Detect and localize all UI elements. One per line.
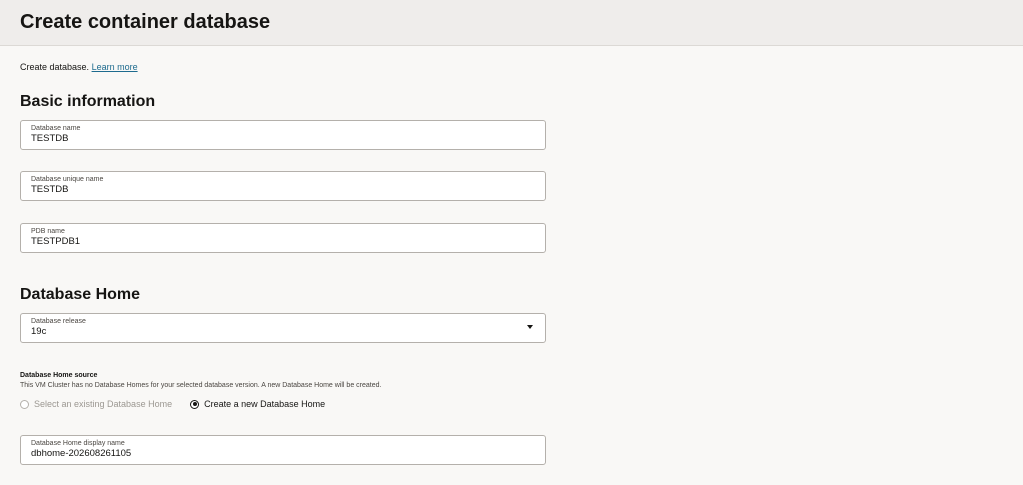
database-home-source-radio-group: Select an existing Database Home Create … xyxy=(20,398,343,410)
page-header: Create container database xyxy=(0,0,1023,46)
database-unique-name-label: Database unique name xyxy=(31,176,104,183)
radio-unchecked-icon xyxy=(20,399,29,409)
page-title: Create container database xyxy=(20,11,271,33)
database-release-label: Database release xyxy=(31,318,86,325)
database-home-source-label: Database Home source xyxy=(20,372,98,379)
pdb-name-label: PDB name xyxy=(31,228,65,235)
intro-text: Create database. Learn more xyxy=(20,61,138,73)
database-home-display-name-value[interactable]: dbhome-202608261105 xyxy=(31,448,535,460)
database-unique-name-field[interactable]: Database unique name TESTDB xyxy=(20,171,546,201)
database-name-label: Database name xyxy=(31,125,81,132)
radio-select-existing-home-label: Select an existing Database Home xyxy=(34,399,173,409)
database-home-display-name-field[interactable]: Database Home display name dbhome-202608… xyxy=(20,435,546,465)
database-release-value: 19c xyxy=(31,326,47,337)
chevron-down-icon[interactable] xyxy=(527,325,533,329)
database-home-heading: Database Home xyxy=(20,286,141,303)
learn-more-link[interactable]: Learn more xyxy=(92,62,138,72)
basic-information-heading: Basic information xyxy=(20,93,156,110)
database-release-select[interactable]: Database release 19c xyxy=(20,313,546,343)
pdb-name-value[interactable]: TESTPDB1 xyxy=(31,236,535,248)
database-home-display-name-label: Database Home display name xyxy=(31,440,125,447)
database-unique-name-value[interactable]: TESTDB xyxy=(31,184,535,196)
database-name-value[interactable]: TESTDB xyxy=(31,133,535,145)
radio-select-existing-home[interactable]: Select an existing Database Home xyxy=(20,398,172,410)
database-home-source-help: This VM Cluster has no Database Homes fo… xyxy=(20,382,382,389)
radio-checked-icon xyxy=(190,399,200,409)
intro-label: Create database. xyxy=(20,62,90,72)
database-name-field[interactable]: Database name TESTDB xyxy=(20,120,546,150)
radio-create-new-home-label: Create a new Database Home xyxy=(204,399,326,409)
radio-create-new-home[interactable]: Create a new Database Home xyxy=(190,398,325,410)
pdb-name-field[interactable]: PDB name TESTPDB1 xyxy=(20,223,546,253)
